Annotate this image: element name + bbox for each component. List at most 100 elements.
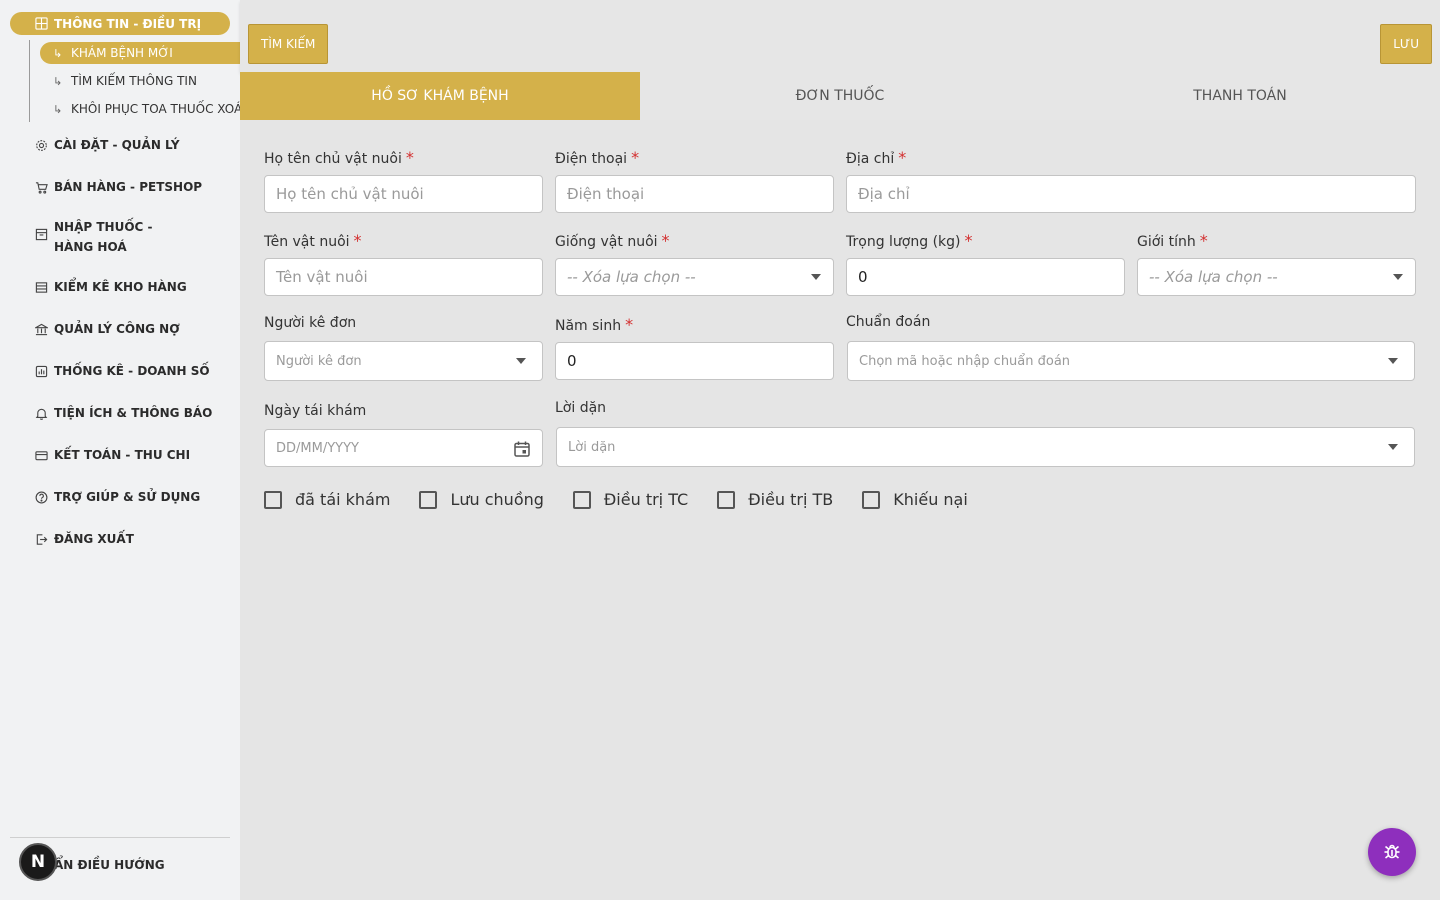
weight-value: 0 xyxy=(858,268,868,286)
save-button[interactable]: LƯU xyxy=(1380,24,1432,64)
list-icon xyxy=(34,280,48,294)
nav-nhap-thuoc-hang-hoa[interactable]: NHẬP THUỐC - HÀNG HOÁ xyxy=(10,217,200,257)
birth-year-value: 0 xyxy=(567,352,577,370)
checkbox-luu-chuong[interactable]: Lưu chuồng xyxy=(419,490,544,509)
chevron-down-icon xyxy=(1388,444,1398,450)
nav-label: TIỆN ÍCH & THÔNG BÁO xyxy=(54,406,213,420)
required-mark: * xyxy=(898,148,907,167)
required-mark: * xyxy=(1199,231,1208,250)
card-icon xyxy=(34,448,48,462)
archive-icon xyxy=(34,227,48,241)
gender-label: Giới tính * xyxy=(1137,231,1208,250)
sub-label: KHÔI PHỤC TOA THUỐC XOÁ xyxy=(71,102,243,116)
checkbox-label: Điều trị TC xyxy=(603,490,689,509)
sidebar: THÔNG TIN - ĐIỀU TRỊ ↳ KHÁM BỆNH MỚI ↳ T… xyxy=(0,0,242,900)
nav-label: BÁN HÀNG - PETSHOP xyxy=(54,180,203,194)
advice-placeholder: Lời dặn xyxy=(568,439,616,455)
checkbox-khieu-nai[interactable]: Khiếu nại xyxy=(862,490,968,509)
calendar-icon[interactable] xyxy=(513,440,531,458)
chevron-down-icon xyxy=(811,274,821,280)
pet-name-input[interactable]: Tên vật nuôi xyxy=(264,258,543,296)
prescriber-select[interactable]: Người kê đơn xyxy=(264,341,543,381)
nav-thong-tin-dieu-tri[interactable]: THÔNG TIN - ĐIỀU TRỊ xyxy=(10,12,230,35)
nav-label: TRỢ GIÚP & SỬ DỤNG xyxy=(54,490,201,504)
nav-ban-hang-petshop[interactable]: BÁN HÀNG - PETSHOP xyxy=(10,177,202,197)
revisit-date-input[interactable]: DD/MM/YYYY xyxy=(264,429,543,467)
weight-label: Trọng lượng (kg) * xyxy=(846,231,973,250)
nav-label: THÔNG TIN - ĐIỀU TRỊ xyxy=(54,16,202,31)
diagnosis-label: Chuẩn đoán xyxy=(846,314,931,330)
checkbox-label: Khiếu nại xyxy=(893,490,968,509)
address-placeholder: Địa chỉ xyxy=(858,185,910,203)
checkbox-box[interactable] xyxy=(717,490,736,509)
checkbox-label: Lưu chuồng xyxy=(450,490,544,509)
bug-report-button[interactable] xyxy=(1368,828,1416,876)
tab-don-thuoc[interactable]: ĐƠN THUỐC xyxy=(640,72,1040,120)
required-mark: * xyxy=(405,148,414,167)
weight-input[interactable]: 0 xyxy=(846,258,1125,296)
nav-thong-ke-doanh-so[interactable]: THỐNG KÊ - DOANH SỐ xyxy=(10,361,210,381)
checkbox-box[interactable] xyxy=(862,490,881,509)
grid-icon xyxy=(34,17,48,31)
nav-label: ĐĂNG XUẤT xyxy=(54,532,134,546)
advice-select[interactable]: Lời dặn xyxy=(556,427,1415,467)
chevron-down-icon xyxy=(1388,358,1398,364)
prescriber-label: Người kê đơn xyxy=(264,315,357,331)
checkbox-dieu-tri-tc[interactable]: Điều trị TC xyxy=(572,490,689,509)
nav-label: NHẬP THUỐC - HÀNG HOÁ xyxy=(54,220,153,254)
address-label: Địa chỉ * xyxy=(846,148,907,167)
sub-arrow-icon: ↳ xyxy=(53,102,63,116)
checkbox-box[interactable] xyxy=(572,490,591,509)
phone-input[interactable]: Điện thoại xyxy=(555,175,834,213)
revisit-date-label: Ngày tái khám xyxy=(264,403,367,419)
sidebar-divider xyxy=(10,837,230,838)
tab-ho-so-kham-benh[interactable]: HỒ SƠ KHÁM BỆNH xyxy=(240,72,640,120)
diagnosis-select[interactable]: Chọn mã hoặc nhập chuẩn đoán xyxy=(847,341,1415,381)
pet-name-placeholder: Tên vật nuôi xyxy=(276,268,368,286)
chevron-down-icon xyxy=(516,358,526,364)
nav-dang-xuat[interactable]: ĐĂNG XUẤT xyxy=(10,529,134,549)
sub-khoi-phuc-toa-thuoc[interactable]: ↳ KHÔI PHỤC TOA THUỐC XOÁ xyxy=(40,98,242,120)
breed-label: Giống vật nuôi * xyxy=(555,231,670,250)
required-mark: * xyxy=(964,231,973,250)
checkbox-dieu-tri-tb[interactable]: Điều trị TB xyxy=(717,490,833,509)
checkbox-label: đã tái khám xyxy=(295,490,391,509)
birth-year-input[interactable]: 0 xyxy=(555,342,834,380)
pet-name-label: Tên vật nuôi * xyxy=(264,231,362,250)
gender-select[interactable]: -- Xóa lựa chọn -- xyxy=(1137,258,1416,296)
sub-kham-benh-moi[interactable]: ↳ KHÁM BỆNH MỚI xyxy=(40,42,240,64)
checkbox-box[interactable] xyxy=(419,490,438,509)
gender-placeholder: -- Xóa lựa chọn -- xyxy=(1149,268,1278,286)
diagnosis-placeholder: Chọn mã hoặc nhập chuẩn đoán xyxy=(859,353,1071,369)
nav-label: KIỂM KÊ KHO HÀNG xyxy=(54,280,187,294)
tab-bar: HỒ SƠ KHÁM BỆNH ĐƠN THUỐC THANH TOÁN xyxy=(240,72,1440,120)
nav-tro-giup-su-dung[interactable]: TRỢ GIÚP & SỬ DỤNG xyxy=(10,487,200,507)
checkbox-label: Điều trị TB xyxy=(748,490,834,509)
prescriber-placeholder: Người kê đơn xyxy=(276,353,362,369)
nav-quan-ly-cong-no[interactable]: QUẢN LÝ CÔNG NỢ xyxy=(10,319,180,339)
nav-tien-ich-thong-bao[interactable]: TIỆN ÍCH & THÔNG BÁO xyxy=(10,403,212,423)
top-toolbar: TÌM KIẾM LƯU xyxy=(240,0,1440,72)
nav-cai-dat-quan-ly[interactable]: CÀI ĐẶT - QUẢN LÝ xyxy=(10,135,180,155)
chart-icon xyxy=(34,364,48,378)
nav-label: QUẢN LÝ CÔNG NỢ xyxy=(54,322,180,336)
nav-ket-toan-thu-chi[interactable]: KẾT TOÁN - THU CHI xyxy=(10,445,190,465)
gear-icon xyxy=(34,138,48,152)
dev-badge-icon[interactable]: N xyxy=(19,843,57,881)
tab-thanh-toan[interactable]: THANH TOÁN xyxy=(1040,72,1440,120)
search-button[interactable]: TÌM KIẾM xyxy=(248,24,329,64)
sub-tim-kiem-thong-tin[interactable]: ↳ TÌM KIẾM THÔNG TIN xyxy=(40,70,197,92)
address-input[interactable]: Địa chỉ xyxy=(846,175,1416,213)
birth-year-label: Năm sinh * xyxy=(555,315,634,334)
sub-label: KHÁM BỆNH MỚI xyxy=(71,46,173,60)
checkbox-box[interactable] xyxy=(264,490,282,509)
submenu-line xyxy=(29,40,30,122)
breed-select[interactable]: -- Xóa lựa chọn -- xyxy=(555,258,834,296)
sub-arrow-icon: ↳ xyxy=(53,74,63,88)
owner-input[interactable]: Họ tên chủ vật nuôi xyxy=(264,175,543,213)
sub-label: TÌM KIẾM THÔNG TIN xyxy=(71,74,197,88)
required-mark: * xyxy=(631,148,640,167)
nav-kiem-ke-kho-hang[interactable]: KIỂM KÊ KHO HÀNG xyxy=(10,277,187,297)
checkbox-da-tai-kham[interactable]: đã tái khám xyxy=(264,490,390,509)
breed-placeholder: -- Xóa lựa chọn -- xyxy=(567,268,696,286)
